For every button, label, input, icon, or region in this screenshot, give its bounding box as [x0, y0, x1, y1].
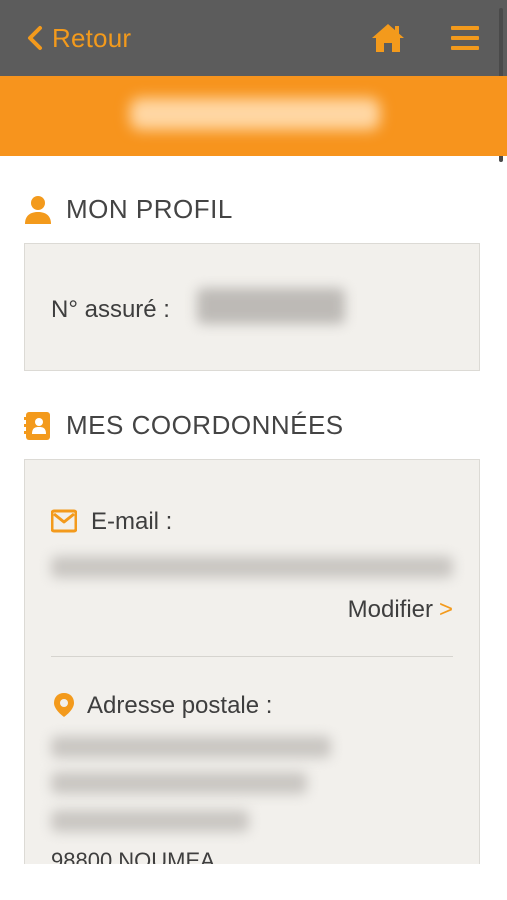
- chevron-left-icon: [28, 26, 42, 50]
- top-app-bar: Retour: [0, 0, 507, 162]
- home-icon[interactable]: [370, 22, 406, 54]
- divider: [51, 656, 453, 657]
- contact-card-icon: [24, 411, 50, 440]
- hamburger-menu-icon[interactable]: [450, 24, 480, 52]
- postal-address-label: Adresse postale :: [87, 692, 273, 719]
- profile-card: N° assuré :: [24, 243, 480, 371]
- back-button[interactable]: Retour: [26, 20, 131, 56]
- redacted-address-line-1: [51, 736, 331, 758]
- contact-section-title: MES COORDONNÉES: [66, 410, 344, 440]
- chevron-right-icon: >: [438, 596, 453, 623]
- user-name-bar: [0, 76, 507, 156]
- profile-section-title: MON PROFIL: [66, 194, 233, 224]
- redacted-address-line-2: [51, 772, 307, 794]
- bottom-edge: [0, 864, 507, 900]
- modify-email-link[interactable]: Modifier >: [348, 596, 453, 624]
- contact-card: E-mail : Modifier > Adresse postale : 988…: [24, 459, 480, 889]
- back-label: Retour: [52, 22, 132, 53]
- redacted-insured-number: [197, 288, 345, 324]
- envelope-icon: [51, 509, 77, 533]
- contact-section-header: MES COORDONNÉES: [24, 410, 344, 441]
- location-pin-icon: [54, 693, 74, 717]
- redacted-user-name: [130, 98, 380, 130]
- user-icon: [25, 195, 51, 224]
- email-label: E-mail :: [91, 508, 173, 535]
- profile-section-header: MON PROFIL: [24, 194, 233, 225]
- insured-number-label: N° assuré :: [51, 296, 170, 323]
- redacted-address-line-3: [51, 810, 249, 832]
- redacted-email: [51, 556, 453, 578]
- modify-label: Modifier: [347, 596, 433, 623]
